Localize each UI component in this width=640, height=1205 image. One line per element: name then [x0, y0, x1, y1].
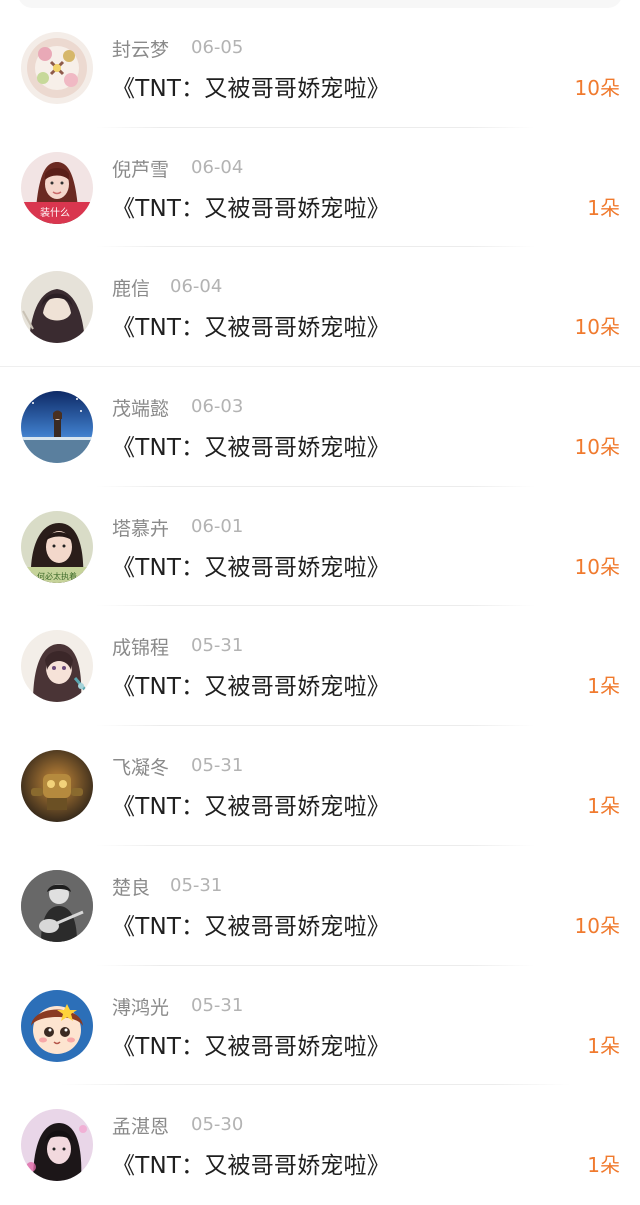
- avatar-caption: 何必太执着: [37, 571, 77, 581]
- gift-date: 05-31: [191, 635, 244, 657]
- list-item[interactable]: 孟湛恩 05-30 《TNT：又被哥哥娇宠啦》 1朵: [0, 1085, 640, 1205]
- cartoon-face-avatar[interactable]: [21, 989, 93, 1062]
- flower-count: 1朵: [587, 794, 620, 819]
- girl-avatar[interactable]: 装什么: [21, 151, 93, 224]
- list-item[interactable]: 封云梦 06-05 《TNT：又被哥哥娇宠啦》 10朵: [0, 8, 640, 128]
- flower-count: 1朵: [587, 674, 620, 699]
- list-item[interactable]: 溥鸿光 05-31 《TNT：又被哥哥娇宠啦》 1朵: [0, 966, 640, 1086]
- list-item[interactable]: 飞凝冬 05-31 《TNT：又被哥哥娇宠啦》 1朵: [0, 726, 640, 846]
- book-title[interactable]: 《TNT：又被哥哥娇宠啦》: [112, 189, 390, 223]
- gift-date: 06-01: [191, 515, 244, 537]
- sender-name[interactable]: 鹿信: [112, 274, 150, 301]
- gift-date: 06-04: [191, 156, 244, 178]
- sender-name[interactable]: 楚良: [112, 873, 150, 900]
- book-title[interactable]: 《TNT：又被哥哥娇宠啦》: [112, 1027, 390, 1061]
- sender-name[interactable]: 飞凝冬: [112, 753, 169, 780]
- hooded-figure-avatar[interactable]: [21, 271, 93, 344]
- gift-date: 05-31: [170, 874, 223, 896]
- gift-date: 06-03: [191, 396, 244, 418]
- anime-girl-avatar[interactable]: [21, 630, 93, 703]
- list-item[interactable]: 装什么 倪芦雪 06-04 《TNT：又被哥哥娇宠啦》 1朵: [0, 128, 640, 248]
- gift-list: 封云梦 06-05 《TNT：又被哥哥娇宠啦》 10朵 装什么 倪芦雪 06-0…: [0, 8, 640, 1205]
- book-title[interactable]: 《TNT：又被哥哥娇宠啦》: [112, 428, 390, 462]
- sender-name[interactable]: 封云梦: [112, 35, 169, 62]
- sender-name[interactable]: 成锦程: [112, 633, 169, 660]
- gift-date: 05-31: [191, 994, 244, 1016]
- book-title[interactable]: 《TNT：又被哥哥娇宠啦》: [112, 907, 390, 941]
- pink-photo-avatar[interactable]: [21, 1109, 93, 1182]
- book-title[interactable]: 《TNT：又被哥哥娇宠啦》: [112, 787, 390, 821]
- gift-date: 05-30: [191, 1114, 244, 1136]
- book-title[interactable]: 《TNT：又被哥哥娇宠啦》: [112, 1146, 390, 1180]
- book-title[interactable]: 《TNT：又被哥哥娇宠啦》: [112, 69, 390, 103]
- flower-count: 10朵: [574, 315, 620, 340]
- flower-count: 10朵: [574, 554, 620, 579]
- flower-count: 1朵: [587, 1033, 620, 1058]
- sender-name[interactable]: 孟湛恩: [112, 1112, 169, 1139]
- list-item[interactable]: 何必太执着 塔慕卉 06-01 《TNT：又被哥哥娇宠啦》 10朵: [0, 487, 640, 607]
- list-item[interactable]: 鹿信 06-04 《TNT：又被哥哥娇宠啦》 10朵: [0, 247, 640, 368]
- girl-photo-avatar[interactable]: 何必太执着: [21, 510, 93, 583]
- guitar-avatar[interactable]: [21, 869, 93, 942]
- avatar-caption: 装什么: [40, 206, 70, 219]
- book-title[interactable]: 《TNT：又被哥哥娇宠啦》: [112, 548, 390, 582]
- cake-avatar[interactable]: [21, 32, 93, 104]
- book-title[interactable]: 《TNT：又被哥哥娇宠啦》: [112, 667, 390, 701]
- list-item[interactable]: 楚良 05-31 《TNT：又被哥哥娇宠啦》 10朵: [0, 846, 640, 966]
- book-title[interactable]: 《TNT：又被哥哥娇宠啦》: [112, 308, 390, 342]
- flower-count: 1朵: [587, 1153, 620, 1178]
- sender-name[interactable]: 茂端懿: [112, 394, 169, 421]
- sender-name[interactable]: 倪芦雪: [112, 155, 169, 182]
- gift-date: 06-04: [170, 276, 223, 298]
- sender-name[interactable]: 塔慕卉: [112, 514, 169, 541]
- list-item[interactable]: 茂端懿 06-03 《TNT：又被哥哥娇宠啦》 10朵: [0, 367, 640, 487]
- flower-count: 1朵: [587, 195, 620, 220]
- anime-night-avatar[interactable]: [21, 391, 93, 464]
- robot-avatar[interactable]: [21, 750, 93, 823]
- flower-count: 10朵: [574, 435, 620, 460]
- sender-name[interactable]: 溥鸿光: [112, 993, 169, 1020]
- flower-count: 10朵: [574, 913, 620, 938]
- flower-count: 10朵: [574, 76, 620, 100]
- gift-date: 05-31: [191, 755, 244, 777]
- gift-date: 06-05: [191, 37, 244, 58]
- list-item[interactable]: 成锦程 05-31 《TNT：又被哥哥娇宠啦》 1朵: [0, 606, 640, 727]
